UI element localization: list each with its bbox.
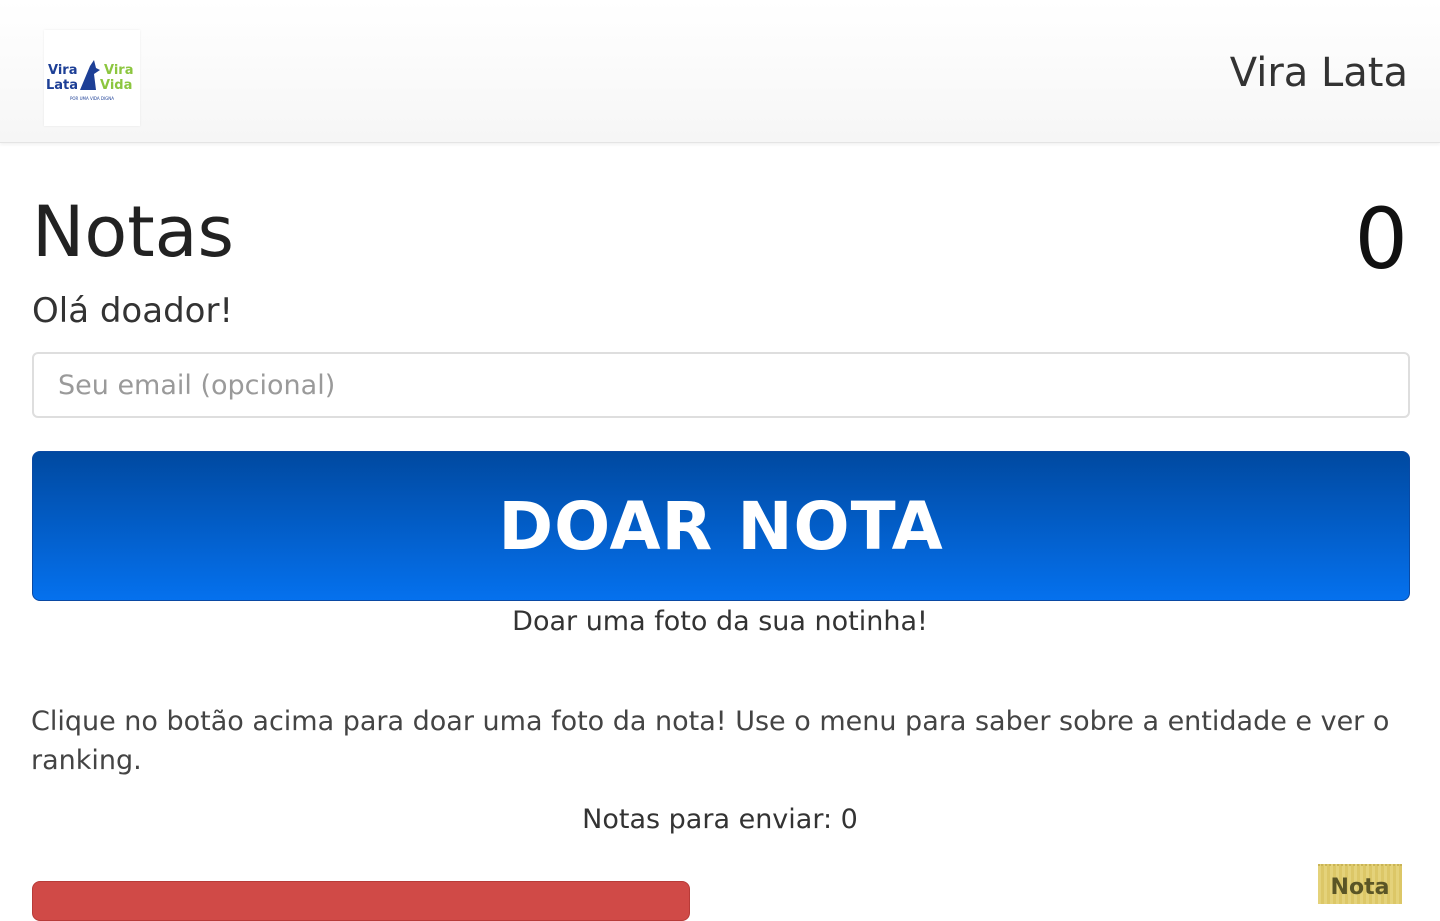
- donate-caption: Doar uma foto da sua notinha!: [512, 606, 928, 637]
- red-action-button[interactable]: [32, 881, 690, 921]
- logo-text-vira-right: Vira: [104, 63, 133, 78]
- header-title[interactable]: Vira Lata: [1230, 48, 1408, 98]
- instructions-text: Clique no botão acima para doar uma foto…: [31, 706, 1390, 776]
- logo-graphic: Vira Lata Vira Vida POR UMA VIDA DIGNA: [46, 60, 133, 101]
- nota-thumbnail[interactable]: Nota: [1318, 864, 1402, 904]
- vira-lata-logo[interactable]: Vira Lata Vira Vida POR UMA VIDA DIGNA: [44, 30, 140, 126]
- pending-notes-count: Notas para enviar: 0: [582, 804, 858, 835]
- logo-text-vida: Vida: [100, 78, 132, 93]
- page-title: Notas: [32, 191, 235, 273]
- email-input[interactable]: [32, 352, 1410, 418]
- donate-note-button[interactable]: DOAR NOTA: [32, 451, 1410, 601]
- greeting-text: Olá doador!: [32, 291, 234, 331]
- notes-counter: 0: [1354, 190, 1408, 288]
- logo-tagline: POR UMA VIDA DIGNA: [70, 96, 114, 101]
- app-header: Vira Lata Vira Vida POR UMA VIDA DIGNA V…: [0, 0, 1440, 143]
- logo-text-lata: Lata: [46, 78, 78, 93]
- logo-text-vira-left: Vira: [48, 63, 77, 78]
- dog-silhouette-icon: [80, 60, 100, 90]
